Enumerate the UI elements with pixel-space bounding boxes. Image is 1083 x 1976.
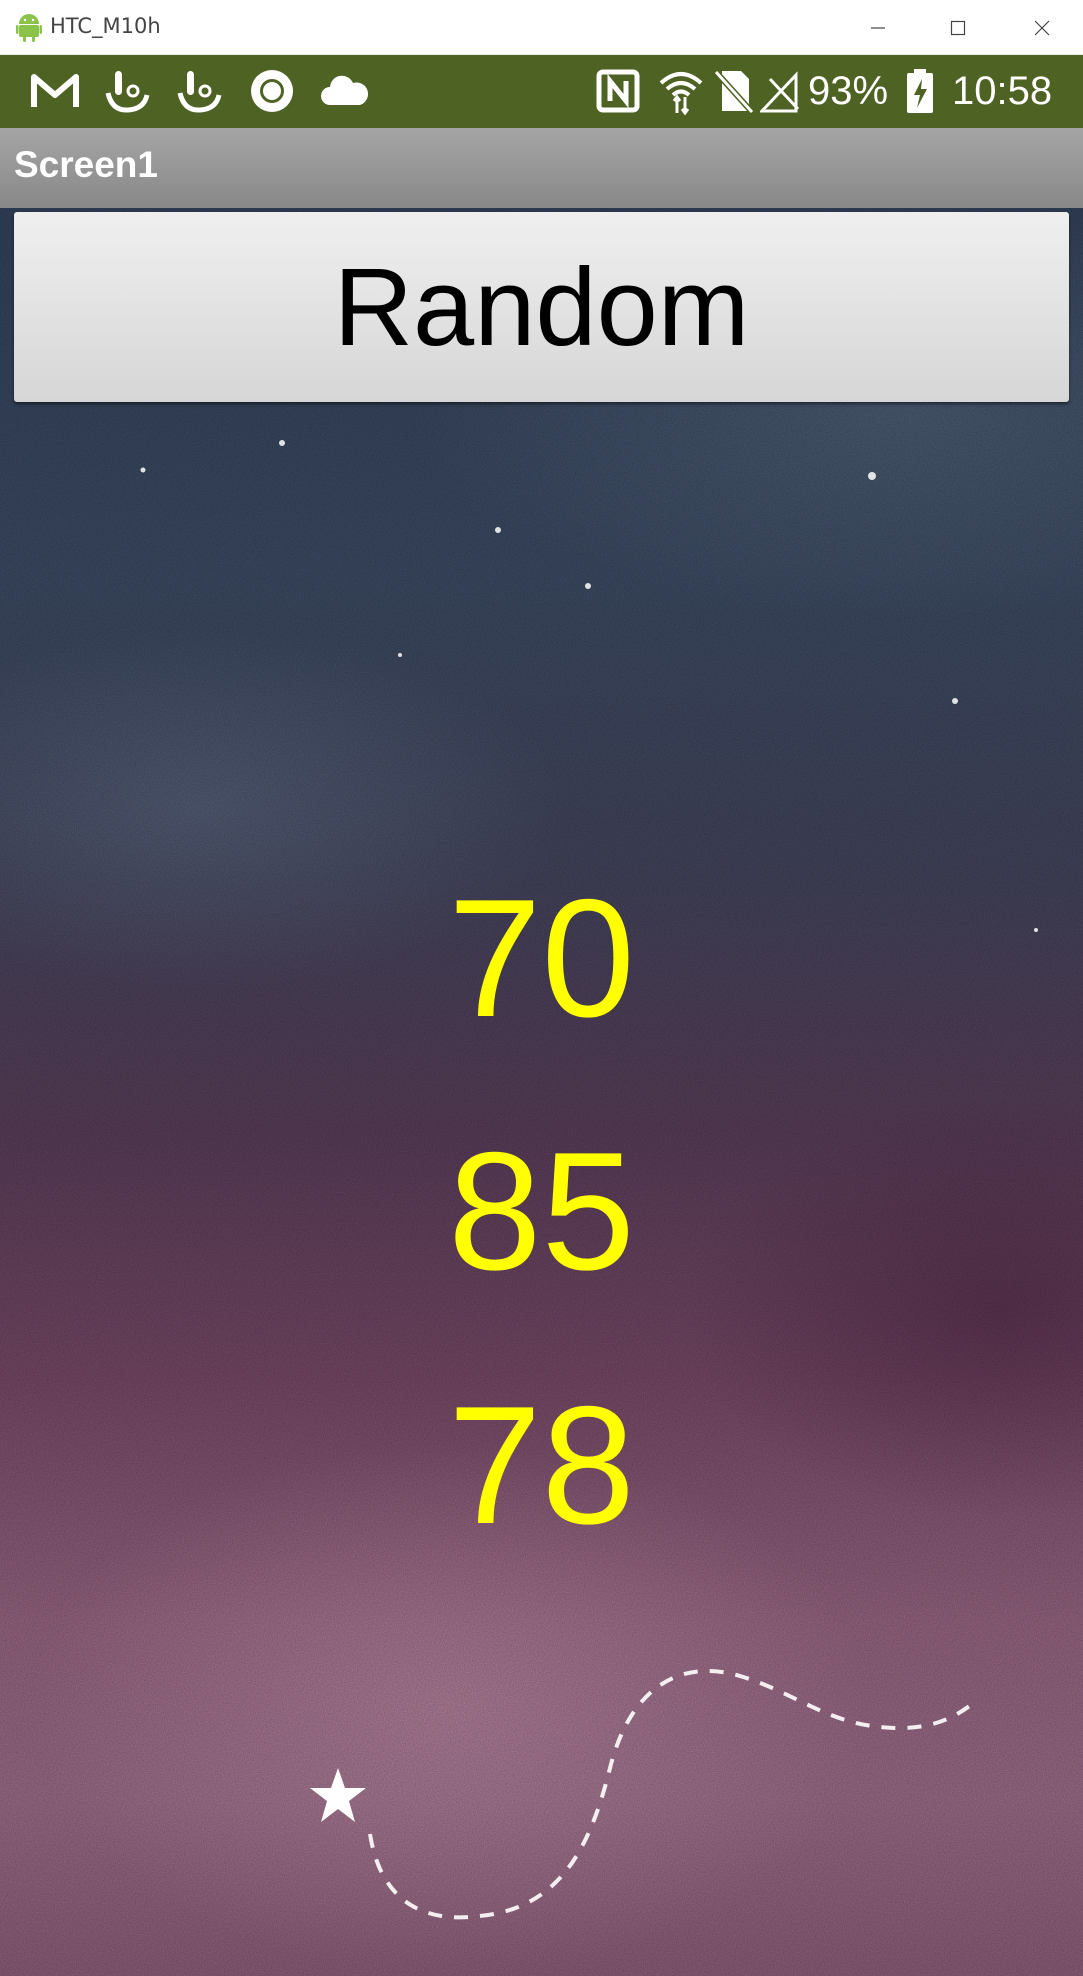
random-number-1: 70 <box>448 864 635 1052</box>
star-icon <box>310 1768 366 1822</box>
random-number-2: 85 <box>448 1117 635 1305</box>
touchpal-icon <box>174 67 224 115</box>
android-icon <box>16 12 42 42</box>
maximize-icon[interactable] <box>918 0 998 55</box>
dashed-trail <box>368 1668 977 1920</box>
app-content: Random 70 85 78 <box>0 208 1083 1976</box>
touchpal-icon <box>102 67 152 115</box>
no-sim-icon <box>714 67 754 115</box>
status-time: 10:58 <box>952 69 1053 113</box>
battery-charging-icon <box>905 67 935 115</box>
cloud-icon <box>318 67 370 115</box>
nfc-icon <box>596 67 640 115</box>
random-number-3: 78 <box>448 1371 635 1559</box>
random-button[interactable]: Random <box>14 212 1069 402</box>
status-bar: 93% 10:58 <box>0 55 1083 128</box>
wifi-icon <box>658 67 704 115</box>
window-title: HTC_M10h <box>50 14 161 38</box>
minimize-icon[interactable] <box>838 0 918 55</box>
sky-decoration <box>140 440 1038 1920</box>
circle-icon <box>248 67 296 115</box>
action-bar: Screen1 <box>0 128 1083 208</box>
battery-percent: 93% <box>808 69 889 113</box>
screen-title: Screen1 <box>14 144 158 185</box>
window-titlebar: HTC_M10h <box>0 0 1083 55</box>
signal-icon <box>760 67 800 115</box>
close-icon[interactable] <box>1002 0 1082 55</box>
gmail-icon <box>30 67 80 115</box>
